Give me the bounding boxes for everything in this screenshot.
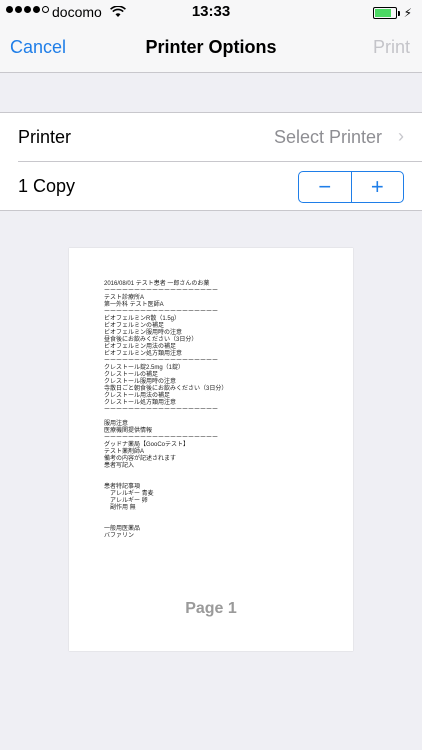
document-line: クレストール錠2.5mg（1錠）: [104, 365, 185, 371]
document-line: ーーーーーーーーーーーーーーーーーーー: [104, 407, 219, 413]
status-bar: docomo 13:33 ⚡︎: [0, 0, 422, 24]
document-line: 2016/08/01 テスト患者 一郎さんのお薬: [104, 281, 210, 287]
document-line: ーーーーーーーーーーーーーーーーーーー: [104, 309, 219, 315]
document-line: ーーーーーーーーーーーーーーーーーーー: [104, 288, 219, 294]
decrement-button[interactable]: −: [299, 172, 351, 202]
document-line: 寺散日ごと朝食後にお飲みください（3日分）: [104, 386, 228, 392]
document-line: アレルギー 青麦: [104, 491, 154, 497]
print-button[interactable]: Print: [373, 37, 410, 58]
document-line: アレルギー 卵: [104, 498, 148, 504]
copies-row: 1 Copy − +: [18, 161, 422, 210]
document-line: クレストール処方類用注意: [104, 400, 177, 406]
chevron-right-icon: ›: [398, 126, 404, 146]
printer-value: Select Printer: [273, 127, 382, 147]
document-line: グッドナ薬局【GooCoテスト】: [104, 442, 190, 448]
document-line: クレストール用法の補足: [104, 393, 171, 399]
navigation-bar: Cancel Printer Options Print: [0, 24, 422, 73]
document-line: 医療機関提供情報: [104, 428, 153, 434]
document-text: 2016/08/01 テスト患者 一郎さんのお薬 ーーーーーーーーーーーーーーーー…: [104, 281, 334, 540]
document-line: ーーーーーーーーーーーーーーーーーーー: [104, 435, 219, 441]
document-line: 患者写記入: [104, 463, 135, 469]
minus-icon: −: [318, 174, 332, 199]
document-line: ビオフェルミン処方類用注意: [104, 351, 183, 357]
document-line: クレストールの補足: [104, 372, 159, 378]
document-line: ビオフェルミン服用時の注意: [104, 330, 183, 336]
plus-icon: +: [370, 174, 384, 199]
document-line: ビオフェルミン用法の補足: [104, 344, 177, 350]
document-line: ビオフェルミンR散（1.5g）: [104, 316, 181, 322]
copies-stepper: − +: [298, 171, 404, 203]
document-line: 患者特記事項: [104, 484, 141, 490]
print-preview-page[interactable]: 2016/08/01 テスト患者 一郎さんのお薬 ーーーーーーーーーーーーーーーー…: [69, 248, 353, 651]
printer-row[interactable]: Printer Select Printer ›: [0, 113, 422, 161]
document-line: バファリン: [104, 533, 135, 539]
printer-label: Printer: [18, 127, 72, 147]
document-line: ビオフェルミンの補足: [104, 323, 165, 329]
document-line: テスト薬剤師A: [104, 449, 145, 455]
copies-label: 1 Copy: [18, 176, 76, 196]
document-line: 昼食後にお飲みください（3日分）: [104, 337, 198, 343]
clock: 13:33: [191, 3, 231, 20]
charging-icon: ⚡︎: [403, 6, 412, 20]
document-line: 服用注意: [104, 421, 129, 427]
printer-options-table: Printer Select Printer › 1 Copy − +: [0, 112, 422, 211]
document-line: クレストール服用時の注意: [104, 379, 177, 385]
document-line: 一般用医薬品: [104, 526, 141, 532]
document-line: 第一外科 テスト医師A: [104, 302, 164, 308]
document-line: ーーーーーーーーーーーーーーーーーーー: [104, 358, 219, 364]
page-title: Printer Options: [145, 37, 277, 57]
document-line: テスト診療所A: [104, 295, 145, 301]
document-line: 副作用 無: [104, 505, 136, 511]
page-number-label: Page 1: [185, 600, 237, 617]
battery-icon: ⚡︎: [372, 6, 412, 20]
increment-button[interactable]: +: [350, 172, 404, 202]
document-line: 備考の内容が記述されます: [104, 456, 177, 462]
